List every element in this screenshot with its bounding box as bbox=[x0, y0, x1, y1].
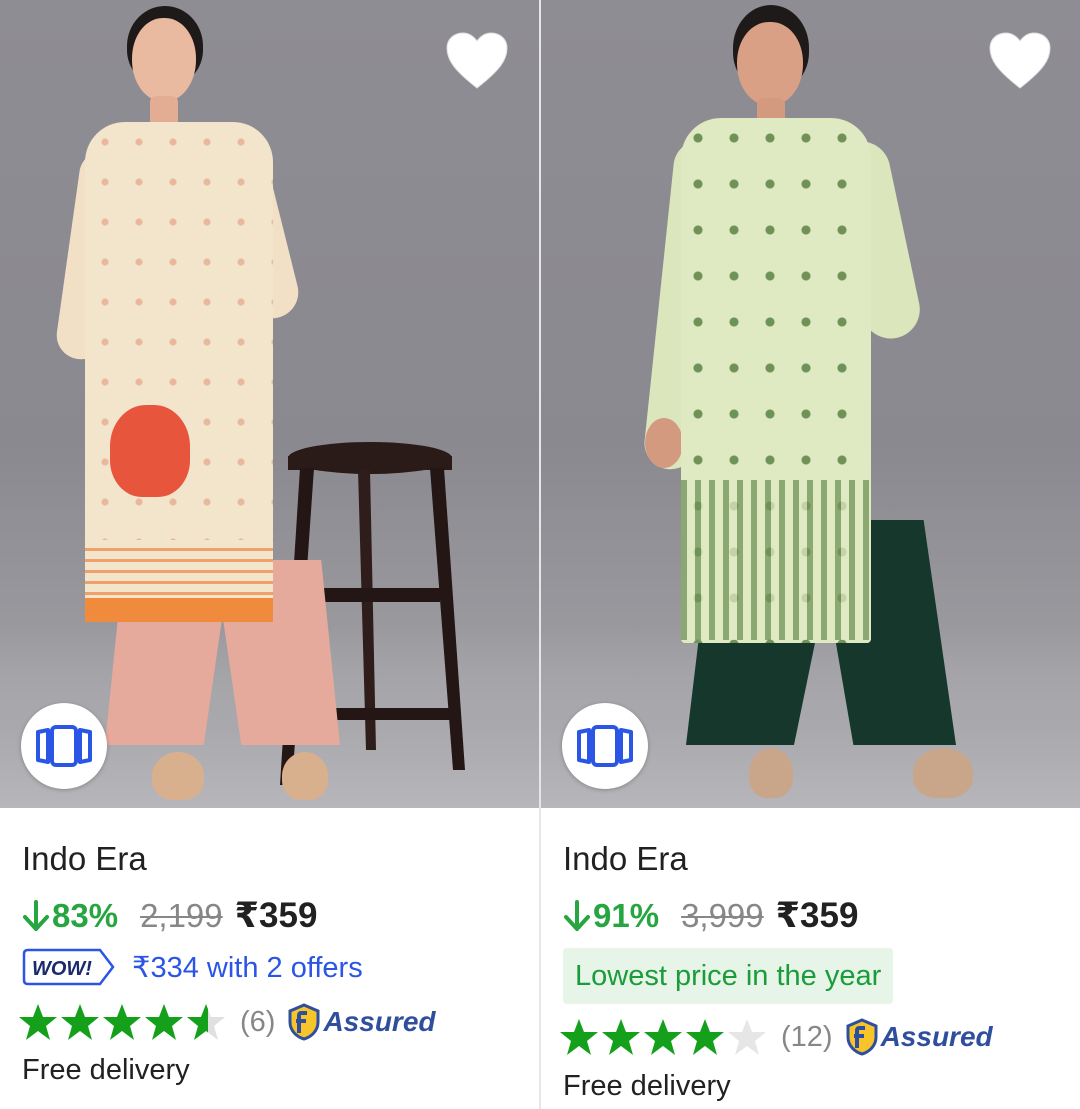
delivery-info: Free delivery bbox=[22, 1054, 190, 1086]
offer-text: ₹334 with 2 offers bbox=[132, 951, 363, 984]
original-price: 3,999 bbox=[681, 897, 764, 934]
product-image[interactable] bbox=[0, 0, 539, 808]
similar-products-button[interactable] bbox=[562, 703, 648, 789]
star-icon bbox=[145, 1004, 183, 1040]
star-empty-icon bbox=[728, 1019, 766, 1055]
star-icon bbox=[103, 1004, 141, 1040]
brand-name: Indo Era bbox=[22, 840, 147, 877]
star-rating bbox=[559, 1018, 769, 1056]
price-row: 91% 3,999 ₹359 bbox=[563, 896, 858, 936]
heart-icon[interactable] bbox=[987, 30, 1053, 92]
star-icon bbox=[686, 1019, 724, 1055]
product-card[interactable]: Indo Era 91% 3,999 ₹359 Lowest price in … bbox=[541, 0, 1080, 1109]
rating-count: (6) bbox=[240, 1005, 276, 1038]
product-image[interactable] bbox=[541, 0, 1080, 808]
model-face bbox=[132, 18, 196, 102]
arrow-down-icon bbox=[564, 900, 590, 931]
product-grid: Indo Era 83% 2,199 ₹359 WOW! ₹334 with 2… bbox=[0, 0, 1080, 1109]
star-icon bbox=[644, 1019, 682, 1055]
rating-row: (6) Assured bbox=[18, 1003, 436, 1041]
lowest-price-tag: Lowest price in the year bbox=[563, 948, 894, 1004]
discount: 83% bbox=[22, 897, 118, 935]
cards-icon bbox=[36, 725, 92, 767]
delivery-info: Free delivery bbox=[563, 1070, 731, 1102]
potli-bag bbox=[110, 405, 190, 497]
similar-products-button[interactable] bbox=[21, 703, 107, 789]
star-icon bbox=[602, 1019, 640, 1055]
star-icon bbox=[61, 1004, 99, 1040]
heart-icon[interactable] bbox=[444, 30, 510, 92]
star-half-icon bbox=[187, 1004, 225, 1040]
assured-badge: Assured bbox=[287, 1003, 436, 1041]
price-row: 83% 2,199 ₹359 bbox=[22, 896, 317, 936]
original-price: 2,199 bbox=[140, 897, 223, 934]
flipkart-assured-icon bbox=[288, 1003, 320, 1041]
svg-text:WOW!: WOW! bbox=[32, 958, 92, 980]
rating-row: (12) Assured bbox=[559, 1018, 993, 1056]
cards-icon bbox=[577, 725, 633, 767]
assured-badge: Assured bbox=[845, 1018, 993, 1056]
star-rating bbox=[18, 1003, 228, 1041]
brand-name: Indo Era bbox=[563, 840, 688, 877]
product-card[interactable]: Indo Era 83% 2,199 ₹359 WOW! ₹334 with 2… bbox=[0, 0, 539, 1109]
offer-row[interactable]: WOW! ₹334 with 2 offers bbox=[22, 948, 363, 986]
star-icon bbox=[560, 1019, 598, 1055]
selling-price: ₹359 bbox=[775, 896, 859, 935]
flipkart-assured-icon bbox=[846, 1018, 878, 1056]
discount: 91% bbox=[563, 897, 659, 935]
wow-badge: WOW! bbox=[22, 948, 115, 986]
arrow-down-icon bbox=[23, 900, 49, 931]
selling-price: ₹359 bbox=[234, 896, 318, 935]
star-icon bbox=[19, 1004, 57, 1040]
rating-count: (12) bbox=[781, 1020, 833, 1053]
model-face bbox=[737, 22, 803, 106]
